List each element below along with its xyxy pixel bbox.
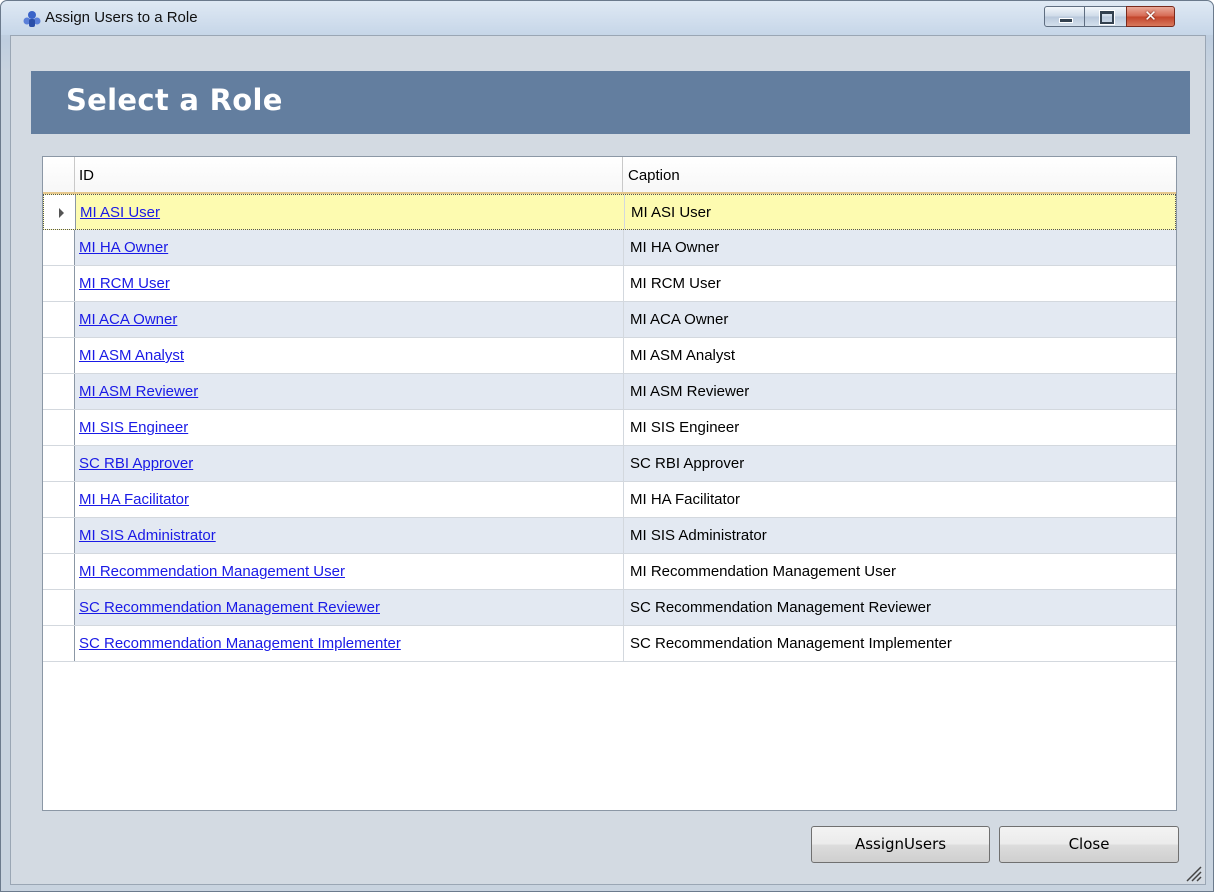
role-id-link[interactable]: MI ACA Owner — [79, 311, 177, 328]
row-header-cell[interactable] — [43, 230, 75, 265]
role-id-link[interactable]: MI ASM Analyst — [79, 347, 184, 364]
caption-cell: MI ASM Analyst — [630, 347, 736, 364]
table-row[interactable]: MI HA Owner MI HA Owner — [43, 230, 1176, 266]
header-band: Select a Role — [31, 71, 1190, 134]
caption-cell: MI Recommendation Management User — [630, 563, 896, 580]
close-icon: ✕ — [1144, 7, 1157, 25]
role-id-link[interactable]: SC Recommendation Management Implementer — [79, 635, 401, 652]
table-row[interactable]: SC RBI Approver SC RBI Approver — [43, 446, 1176, 482]
row-header-cell[interactable] — [43, 338, 75, 373]
role-id-link[interactable]: MI Recommendation Management User — [79, 563, 345, 580]
maximize-button[interactable] — [1084, 6, 1127, 27]
minimize-icon — [1059, 18, 1073, 23]
row-header-cell[interactable] — [44, 195, 76, 229]
id-cell: MI HA Owner — [75, 230, 624, 265]
id-cell: MI Recommendation Management User — [75, 554, 624, 589]
row-header-cell[interactable] — [43, 482, 75, 517]
dialog-window: Assign Users to a Role ✕ Select a Role I… — [0, 0, 1214, 892]
close-button[interactable]: Close — [999, 826, 1179, 863]
id-cell: MI SIS Engineer — [75, 410, 624, 445]
caption-cell: MI ASI User — [631, 204, 712, 221]
maximize-icon — [1100, 11, 1114, 24]
roles-grid: ID Caption MI ASI User MI ASI User MI HA O… — [42, 156, 1177, 811]
row-header-cell[interactable] — [43, 518, 75, 553]
resize-grip-icon[interactable] — [1181, 861, 1203, 883]
table-row[interactable]: MI RCM User MI RCM User — [43, 266, 1176, 302]
id-cell: MI HA Facilitator — [75, 482, 624, 517]
id-cell: SC Recommendation Management Implementer — [75, 626, 624, 661]
id-cell: MI RCM User — [75, 266, 624, 301]
assign-users-button[interactable]: AssignUsers — [811, 826, 990, 863]
id-cell: SC Recommendation Management Reviewer — [75, 590, 624, 625]
row-header-cell[interactable] — [43, 446, 75, 481]
id-cell: MI ASM Analyst — [75, 338, 624, 373]
row-header-cell[interactable] — [43, 590, 75, 625]
role-id-link[interactable]: SC RBI Approver — [79, 455, 193, 472]
row-header-column — [43, 157, 75, 192]
table-row[interactable]: MI Recommendation Management User MI Reco… — [43, 554, 1176, 590]
table-row[interactable]: MI SIS Administrator MI SIS Administrator — [43, 518, 1176, 554]
row-header-cell[interactable] — [43, 374, 75, 409]
caption-cell: MI SIS Administrator — [630, 527, 767, 544]
table-row[interactable]: SC Recommendation Management Implementer… — [43, 626, 1176, 662]
role-id-link[interactable]: MI RCM User — [79, 275, 170, 292]
table-row[interactable]: MI SIS Engineer MI SIS Engineer — [43, 410, 1176, 446]
window-title: Assign Users to a Role — [45, 9, 198, 26]
role-id-link[interactable]: MI HA Owner — [79, 239, 168, 256]
current-row-arrow-icon — [59, 208, 64, 218]
role-id-link[interactable]: MI ASM Reviewer — [79, 383, 198, 400]
caption-cell: MI ACA Owner — [630, 311, 729, 328]
grid-header: ID Caption — [43, 157, 1176, 194]
minimize-button[interactable] — [1044, 6, 1085, 27]
id-cell: MI SIS Administrator — [75, 518, 624, 553]
page-title: Select a Role — [66, 83, 283, 117]
id-cell: SC RBI Approver — [75, 446, 624, 481]
caption-cell: SC Recommendation Management Implementer — [630, 635, 952, 652]
role-id-link[interactable]: MI SIS Administrator — [79, 527, 216, 544]
table-row[interactable]: MI HA Facilitator MI HA Facilitator — [43, 482, 1176, 518]
row-header-cell[interactable] — [43, 266, 75, 301]
caption-cell: MI ASM Reviewer — [630, 383, 750, 400]
column-header-id[interactable]: ID — [75, 157, 623, 192]
id-cell: MI ASI User — [76, 195, 625, 229]
table-row[interactable]: MI ASI User MI ASI User — [43, 194, 1176, 230]
title-bar[interactable]: Assign Users to a Role ✕ — [1, 1, 1213, 35]
table-row[interactable]: MI ASM Reviewer MI ASM Reviewer — [43, 374, 1176, 410]
column-header-caption[interactable]: Caption — [624, 157, 1176, 192]
caption-cell: MI HA Owner — [630, 239, 720, 256]
table-row[interactable]: MI ACA Owner MI ACA Owner — [43, 302, 1176, 338]
role-id-link[interactable]: MI HA Facilitator — [79, 491, 189, 508]
row-header-cell[interactable] — [43, 410, 75, 445]
role-id-link[interactable]: SC Recommendation Management Reviewer — [79, 599, 380, 616]
table-row[interactable]: MI ASM Analyst MI ASM Analyst — [43, 338, 1176, 374]
row-header-cell[interactable] — [43, 554, 75, 589]
cluster-icon — [23, 11, 41, 27]
role-id-link[interactable]: MI SIS Engineer — [79, 419, 188, 436]
grid-rows: MI ASI User MI ASI User MI HA Owner MI HA O… — [43, 194, 1176, 662]
caption-cell: MI HA Facilitator — [630, 491, 741, 508]
caption-cell: MI SIS Engineer — [630, 419, 740, 436]
close-window-button[interactable]: ✕ — [1126, 6, 1175, 27]
caption-cell: SC RBI Approver — [630, 455, 745, 472]
row-header-cell[interactable] — [43, 626, 75, 661]
id-cell: MI ACA Owner — [75, 302, 624, 337]
id-cell: MI ASM Reviewer — [75, 374, 624, 409]
row-header-cell[interactable] — [43, 302, 75, 337]
role-id-link[interactable]: MI ASI User — [80, 204, 160, 221]
table-row[interactable]: SC Recommendation Management Reviewer SC … — [43, 590, 1176, 626]
caption-cell: SC Recommendation Management Reviewer — [630, 599, 931, 616]
caption-cell: MI RCM User — [630, 275, 721, 292]
